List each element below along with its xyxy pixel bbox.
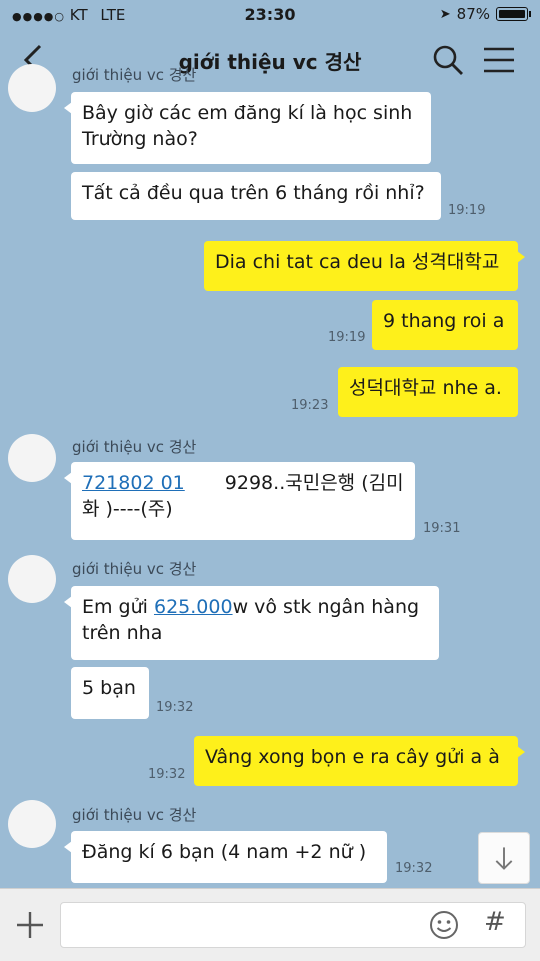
- message-text: 화 )----(주): [82, 498, 173, 520]
- message-bubble[interactable]: 721802 01 9298..국민은행 (김미 화 )----(주): [64, 462, 415, 540]
- message-text: Em gửi: [82, 596, 154, 618]
- search-icon[interactable]: [432, 44, 464, 76]
- message-bubble-mine[interactable]: 9 thang roi a: [372, 300, 518, 350]
- message-bubble[interactable]: 5 bạn: [71, 667, 149, 719]
- message-text: 성덕대학교 nhe a.: [349, 377, 502, 399]
- sender-name: giới thiệu vc 경산: [72, 66, 197, 84]
- message-bubble[interactable]: Bây giờ các em đăng kí là học sinh Trườn…: [64, 92, 431, 164]
- avatar[interactable]: [8, 64, 56, 112]
- menu-icon[interactable]: [482, 46, 516, 74]
- message-time: 19:32: [148, 767, 186, 782]
- avatar[interactable]: [8, 800, 56, 848]
- sender-name: giới thiệu vc 경산: [72, 806, 197, 824]
- message-text: 9 thang roi a: [383, 310, 505, 332]
- scroll-to-bottom-button[interactable]: [478, 832, 530, 884]
- message-bubble[interactable]: Đăng kí 6 bạn (4 nam +2 nữ ): [64, 831, 387, 883]
- input-bar: #: [0, 888, 540, 961]
- message-text: 9298..국민은행 (김미: [224, 472, 404, 494]
- sender-name: giới thiệu vc 경산: [72, 438, 197, 456]
- battery-percent: 87%: [456, 5, 490, 23]
- message-time: 19:32: [395, 861, 433, 876]
- hash-icon[interactable]: #: [484, 907, 506, 937]
- redacted-text: [190, 473, 225, 489]
- message-time: 19:19: [448, 203, 486, 218]
- message-text: Trường nào?: [82, 128, 198, 150]
- message-bubble-mine[interactable]: 성덕대학교 nhe a.: [338, 367, 518, 417]
- status-bar: ●●●●○ KT LTE 23:30 ➤ 87%: [0, 0, 540, 30]
- message-time: 19:31: [423, 521, 461, 536]
- amount-link[interactable]: 625.000: [154, 596, 233, 618]
- message-line: Em gửi 625.000w vô stk ngân hàng: [82, 594, 428, 620]
- message-bubble-mine[interactable]: Vâng xong bọn e ra cây gửi a à: [194, 736, 525, 786]
- message-text: 5 bạn: [82, 677, 136, 699]
- message-text: Bây giờ các em đăng kí là học sinh: [82, 102, 413, 124]
- plus-icon[interactable]: [14, 909, 46, 941]
- message-bubble[interactable]: Em gửi 625.000w vô stk ngân hàng trên nh…: [64, 586, 439, 660]
- avatar[interactable]: [8, 555, 56, 603]
- message-line: 721802 01 9298..국민은행 (김미: [82, 470, 404, 496]
- message-text: Tất cả đều qua trên 6 tháng rồi nhỉ?: [82, 182, 425, 204]
- message-bubble-mine[interactable]: Dia chi tat ca deu la 성격대학교: [204, 241, 525, 291]
- message-text: Dia chi tat ca deu la 성격대학교: [215, 251, 500, 273]
- message-time: 19:32: [156, 700, 194, 715]
- message-time: 19:19: [328, 330, 366, 345]
- message-text: w vô stk ngân hàng: [232, 596, 420, 618]
- emoji-icon[interactable]: [429, 910, 459, 940]
- account-number-link[interactable]: 721802 01: [82, 472, 185, 494]
- message-text: trên nha: [82, 622, 163, 644]
- sender-name: giới thiệu vc 경산: [72, 560, 197, 578]
- message-text: Đăng kí 6 bạn (4 nam +2 nữ ): [82, 841, 367, 863]
- avatar[interactable]: [8, 434, 56, 482]
- status-right: ➤ 87%: [439, 5, 531, 23]
- battery-icon: [496, 7, 531, 21]
- arrow-down-icon: [495, 847, 513, 870]
- message-bubble[interactable]: Tất cả đều qua trên 6 tháng rồi nhỉ?: [71, 172, 441, 220]
- message-text: Vâng xong bọn e ra cây gửi a à: [205, 746, 500, 768]
- message-time: 19:23: [291, 398, 329, 413]
- location-icon: ➤: [439, 6, 451, 22]
